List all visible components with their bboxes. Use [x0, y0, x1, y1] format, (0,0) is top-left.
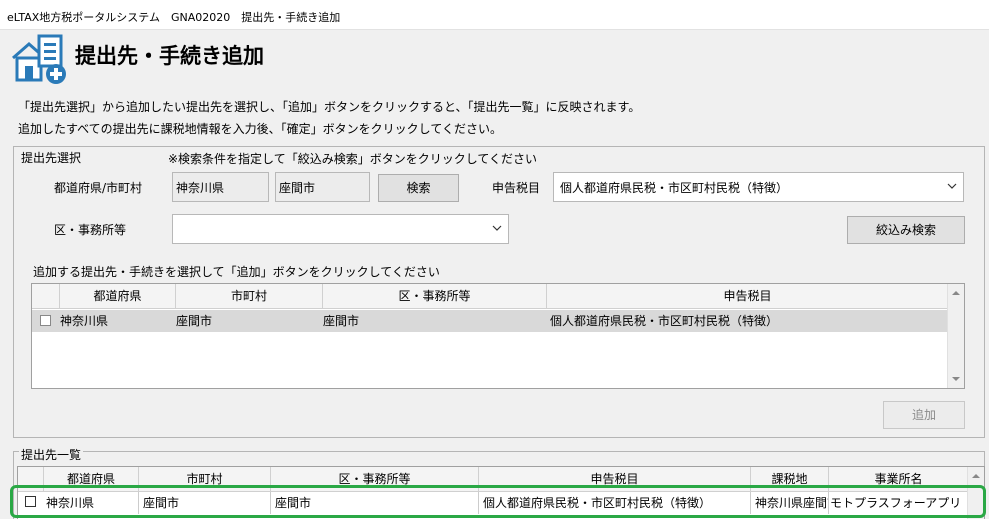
selection-table-caption: 追加する提出先・手続きを選択して「追加」ボタンをクリックしてください — [33, 265, 440, 279]
intro-line-1: 「提出先選択」から追加したい提出先を選択し、「追加」ボタンをクリックすると、「提… — [18, 100, 641, 114]
add-button[interactable]: 追加 — [883, 401, 965, 429]
page-title: 提出先・手続き追加 — [75, 44, 264, 68]
scroll-down-icon[interactable] — [950, 373, 962, 385]
prefecture-label: 都道府県/市町村 — [54, 181, 143, 195]
tax-select-value: 個人都道府県民税・市区町村民税（特徴） — [560, 181, 789, 195]
grid-header-checkbox-col — [32, 284, 60, 309]
row-office: 座間市 — [323, 314, 360, 328]
selection-grid-scrollbar[interactable] — [947, 284, 964, 388]
selection-grid: 都道府県 市町村 区・事務所等 申告税目 神奈川県 座間市 座間市 個人都道府県… — [31, 283, 965, 389]
intro-line-2: 追加したすべての提出先に課税地情報を入力後、「確定」ボタンをクリックしてください… — [18, 122, 502, 136]
grid-header-city: 市町村 — [176, 284, 323, 309]
tax-select[interactable]: 個人都道府県民税・市区町村民税（特徴） — [553, 172, 964, 202]
grid-header-prefecture: 都道府県 — [60, 284, 176, 309]
row-highlight-frame — [10, 485, 986, 518]
row-city: 座間市 — [176, 314, 213, 328]
scroll-up-icon[interactable] — [970, 470, 982, 482]
tax-label: 申告税目 — [492, 181, 541, 195]
row-tax: 個人都道府県民税・市区町村民税（特徴） — [550, 314, 779, 328]
office-select[interactable] — [172, 214, 509, 244]
destination-list-legend: 提出先一覧 — [19, 446, 84, 463]
selection-legend: 提出先選択 — [19, 149, 84, 166]
row-prefecture: 神奈川県 — [60, 314, 109, 328]
grid-header-tax: 申告税目 — [723, 289, 772, 303]
selection-grid-header: 都道府県 市町村 区・事務所等 申告税目 — [32, 284, 948, 309]
add-destination-icon — [9, 34, 69, 86]
city-field: 座間市 — [275, 172, 370, 202]
prefecture-field: 神奈川県 — [172, 172, 269, 202]
window-titlebar: eLTAX地方税ポータルシステム GNA02020 提出先・手続き追加 — [0, 0, 989, 30]
chevron-down-icon — [492, 225, 502, 231]
scroll-up-icon[interactable] — [950, 287, 962, 299]
selection-note: ※検索条件を指定して「絞込み検索」ボタンをクリックしてください — [168, 152, 537, 166]
table-row[interactable]: 神奈川県 座間市 座間市 個人都道府県民税・市区町村民税（特徴） — [32, 310, 948, 332]
search-button[interactable]: 検索 — [378, 174, 459, 202]
chevron-down-icon — [947, 183, 957, 189]
filter-search-button[interactable]: 絞込み検索 — [847, 216, 965, 244]
office-label: 区・事務所等 — [54, 223, 127, 237]
row-checkbox[interactable] — [40, 315, 51, 326]
window-title: eLTAX地方税ポータルシステム GNA02020 提出先・手続き追加 — [7, 11, 341, 24]
grid-header-office: 区・事務所等 — [323, 284, 547, 309]
